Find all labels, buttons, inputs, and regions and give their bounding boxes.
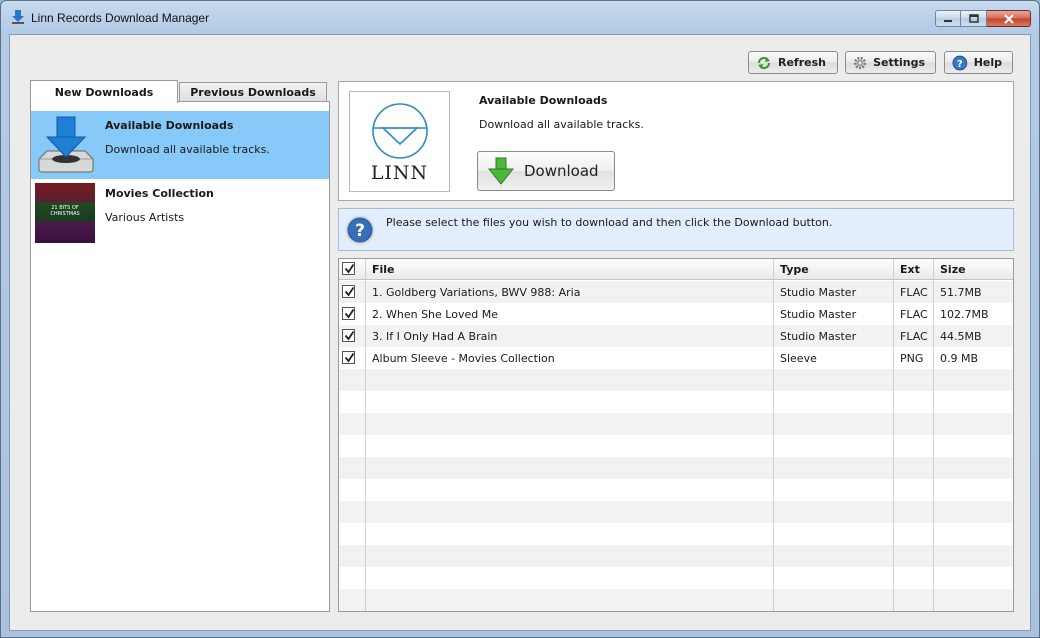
cell-ext: PNG: [900, 352, 924, 365]
empty-table-row: [339, 545, 1013, 567]
cell-size: 102.7MB: [940, 308, 989, 321]
album-thumbnail-text: 21 BITS OF CHRISTMAS: [50, 205, 80, 217]
empty-table-row: [339, 589, 1013, 611]
close-icon: [1003, 13, 1014, 24]
help-icon: ?: [952, 55, 968, 70]
check-icon: [344, 353, 355, 363]
refresh-label: Refresh: [778, 56, 826, 69]
list-item-subtitle: Various Artists: [105, 211, 185, 224]
row-checkbox[interactable]: [342, 329, 355, 342]
tab-previous-downloads[interactable]: Previous Downloads: [179, 82, 327, 102]
table-row[interactable]: 3. If I Only Had A Brain Studio Master FLA…: [339, 325, 1013, 347]
cell-size: 51.7MB: [940, 286, 982, 299]
album-thumbnail: 21 BITS OF CHRISTMAS: [35, 183, 95, 243]
title-bar[interactable]: Linn Records Download Manager: [1, 1, 1039, 33]
empty-table-row: [339, 523, 1013, 545]
list-item-title: Movies Collection: [105, 187, 214, 200]
cell-ext: FLAC: [900, 286, 928, 299]
list-item-title: Available Downloads: [105, 119, 234, 132]
message-text: Please select the files you wish to down…: [386, 216, 833, 229]
download-label: Download: [524, 162, 599, 180]
cell-type: Studio Master: [780, 286, 857, 299]
empty-table-row: [339, 501, 1013, 523]
empty-table-row: [339, 567, 1013, 589]
tab-new-downloads[interactable]: New Downloads: [30, 80, 178, 103]
download-arrow-icon: [12, 10, 24, 24]
maximize-button[interactable]: [961, 10, 987, 27]
list-item-movies-collection[interactable]: 21 BITS OF CHRISTMAS Movies Collection V…: [31, 179, 329, 247]
check-icon: [344, 331, 355, 341]
tab-label: Previous Downloads: [190, 86, 316, 99]
tab-label: New Downloads: [54, 85, 154, 99]
empty-table-row: [339, 413, 1013, 435]
table-row[interactable]: 2. When She Loved Me Studio Master FLAC 102…: [339, 303, 1013, 325]
window-title: Linn Records Download Manager: [31, 11, 210, 25]
app-window: Linn Records Download Manager Refresh Se…: [0, 0, 1040, 638]
list-item-subtitle: Download all available tracks.: [105, 143, 270, 156]
svg-text:?: ?: [957, 58, 963, 69]
question-icon: ?: [345, 215, 375, 245]
column-divider: [773, 259, 774, 611]
settings-label: Settings: [873, 56, 925, 69]
cell-type: Sleeve: [780, 352, 817, 365]
row-checkbox[interactable]: [342, 307, 355, 320]
column-header-file[interactable]: File: [372, 263, 395, 276]
cell-file: Album Sleeve - Movies Collection: [372, 352, 555, 365]
column-header-size[interactable]: Size: [940, 263, 966, 276]
refresh-button[interactable]: Refresh: [748, 51, 838, 74]
check-icon: [344, 287, 355, 297]
files-table: File Type Ext Size 1. Goldberg Variation…: [338, 258, 1014, 612]
cell-size: 44.5MB: [940, 330, 982, 343]
empty-table-row: [339, 479, 1013, 501]
minimize-button[interactable]: [935, 10, 961, 27]
table-row[interactable]: 1. Goldberg Variations, BWV 988: Aria Stu…: [339, 281, 1013, 303]
linn-logo-icon: [372, 103, 428, 159]
check-icon: [344, 309, 355, 319]
download-button[interactable]: Download: [477, 151, 615, 191]
close-button[interactable]: [987, 10, 1031, 27]
downloads-list: Available Downloads Download all availab…: [30, 101, 330, 612]
cell-type: Studio Master: [780, 330, 857, 343]
download-drive-icon: [38, 116, 94, 173]
cell-file: 1. Goldberg Variations, BWV 988: Aria: [372, 286, 581, 299]
row-checkbox[interactable]: [342, 285, 355, 298]
table-header: File Type Ext Size: [339, 259, 1013, 280]
empty-table-row: [339, 435, 1013, 457]
svg-text:?: ?: [355, 221, 365, 241]
column-header-type[interactable]: Type: [780, 263, 809, 276]
column-divider: [933, 259, 934, 611]
cell-ext: FLAC: [900, 330, 928, 343]
linn-logo-text: LINN: [370, 162, 429, 184]
message-bar: ? Please select the files you wish to do…: [338, 208, 1014, 251]
cell-type: Studio Master: [780, 308, 857, 321]
cell-ext: FLAC: [900, 308, 928, 321]
empty-table-row: [339, 391, 1013, 413]
green-down-arrow-icon: [488, 157, 514, 185]
cell-file: 2. When She Loved Me: [372, 308, 498, 321]
help-label: Help: [973, 56, 1002, 69]
select-all-checkbox[interactable]: [342, 262, 355, 275]
cell-size: 0.9 MB: [940, 352, 979, 365]
settings-button[interactable]: Settings: [845, 51, 936, 74]
minimize-icon: [944, 19, 952, 22]
client-area: Refresh Settings ? Help New Downloads Pr…: [9, 34, 1031, 631]
info-subtitle: Download all available tracks.: [479, 118, 644, 131]
info-title: Available Downloads: [479, 94, 608, 107]
column-divider: [893, 259, 894, 611]
check-icon: [344, 264, 355, 274]
info-panel: LINN Available Downloads Download all av…: [338, 81, 1014, 201]
row-checkbox[interactable]: [342, 351, 355, 364]
cell-file: 3. If I Only Had A Brain: [372, 330, 498, 343]
help-button[interactable]: ? Help: [944, 51, 1013, 74]
maximize-icon: [968, 14, 979, 23]
list-item-available-downloads[interactable]: Available Downloads Download all availab…: [31, 111, 329, 179]
column-header-ext[interactable]: Ext: [900, 263, 920, 276]
empty-table-row: [339, 457, 1013, 479]
gear-icon: [853, 56, 867, 69]
table-row[interactable]: Album Sleeve - Movies Collection Sleeve PN…: [339, 347, 1013, 369]
column-divider: [365, 259, 366, 611]
refresh-icon: [757, 56, 771, 69]
linn-logo: LINN: [349, 91, 450, 192]
empty-table-row: [339, 369, 1013, 391]
